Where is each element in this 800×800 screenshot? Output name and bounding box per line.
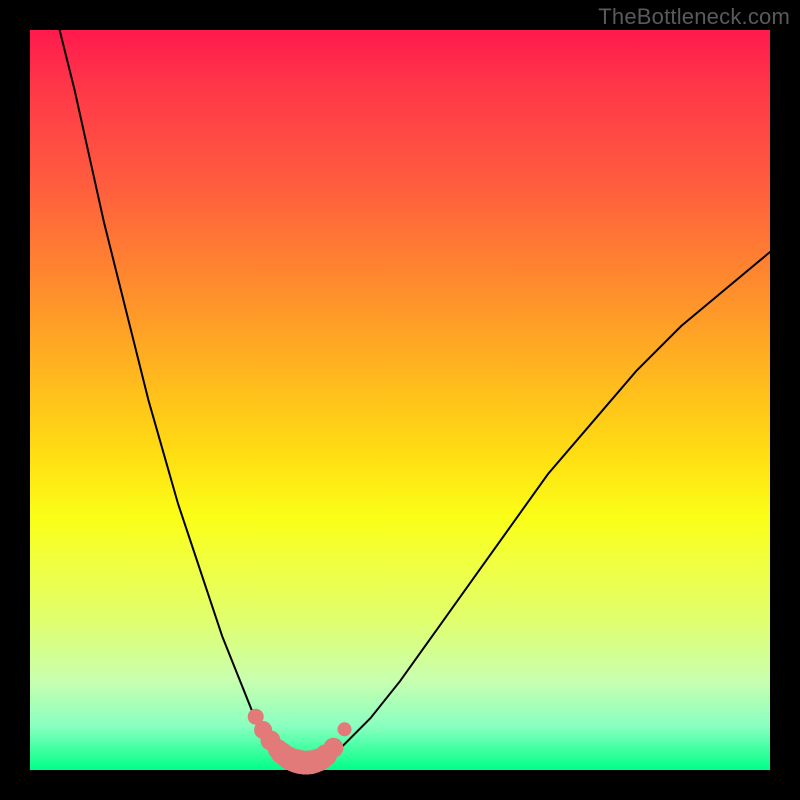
outer-frame: TheBottleneck.com [0, 0, 800, 800]
marker-series [248, 709, 352, 775]
watermark-text: TheBottleneck.com [598, 4, 790, 30]
chart-svg [30, 30, 770, 770]
bottleneck-curve-path [60, 30, 770, 763]
marker-dot [338, 722, 352, 736]
curve-line [60, 30, 770, 763]
marker-dot [323, 738, 343, 758]
plot-area [30, 30, 770, 770]
